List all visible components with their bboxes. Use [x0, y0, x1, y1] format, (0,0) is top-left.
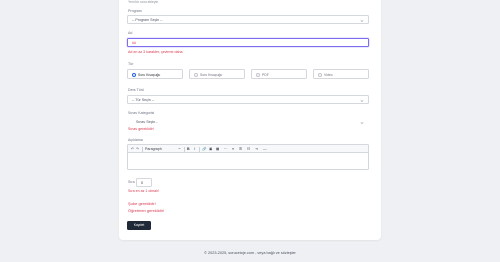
- indent-icon[interactable]: ⇥: [255, 147, 258, 152]
- ders-turu-value: -- Tür Seçin --: [132, 98, 155, 103]
- radio-icon: [132, 73, 136, 77]
- tur-label: Tür: [128, 62, 134, 66]
- align-icon[interactable]: ≡: [232, 147, 234, 152]
- ad-label: Ad: [128, 31, 133, 35]
- radio-icon: [318, 73, 322, 77]
- tur-option-2[interactable]: Soru Kısaçuğu: [189, 69, 245, 79]
- radio-icon: [194, 73, 198, 77]
- sira-stepper[interactable]: 0: [136, 178, 152, 187]
- more-icon[interactable]: ⋯: [224, 147, 228, 152]
- sinav-kategorisi-label: Sınav Kategorisi: [128, 111, 155, 115]
- tur-option-label: Soru Kısaçuğu: [138, 72, 161, 77]
- sira-label: Sıra: [128, 180, 135, 184]
- toolbar-divider: [199, 146, 200, 152]
- sira-value: 0: [141, 181, 143, 186]
- bold-button[interactable]: B: [187, 147, 190, 152]
- ad-error: Ad en az 3 karakter, çevirme daha: [128, 50, 183, 54]
- tur-option-1[interactable]: Soru Kısaçuğu: [127, 69, 183, 79]
- aciklama-editor[interactable]: ↶ ↷ Paragraph B I 🔗 ▣ ▦ ⋯ ≡ ☰ ☷ ⇥ —: [127, 144, 369, 170]
- chevron-down-icon: [360, 121, 364, 124]
- footer-text: © 2023-2025, sorucetoje.com - veya bağlı…: [204, 251, 296, 255]
- italic-button[interactable]: I: [194, 147, 195, 152]
- table-icon[interactable]: ▦: [216, 147, 219, 152]
- undo-icon[interactable]: ↶: [131, 147, 134, 152]
- save-button[interactable]: Kaydet: [127, 221, 151, 230]
- aciklama-label: Açıklama: [128, 138, 143, 142]
- toolbar-divider: [184, 146, 185, 152]
- image-icon[interactable]: ▣: [209, 147, 212, 152]
- tur-option-3[interactable]: PDF: [251, 69, 307, 79]
- link-icon[interactable]: 🔗: [202, 147, 206, 152]
- program-select[interactable]: -- Program Seçin --: [127, 15, 369, 24]
- radio-icon: [256, 73, 260, 77]
- redo-icon[interactable]: ↷: [136, 147, 139, 152]
- chevron-down-icon: [360, 19, 364, 22]
- ders-turu-select[interactable]: -- Tür Seçin --: [127, 95, 369, 104]
- tur-option-label: Soru Kısaçuğu: [200, 72, 223, 77]
- toolbar-divider: [142, 146, 143, 152]
- ogretmen-error: Öğretmen gereklidir!: [128, 208, 165, 213]
- sinav-kategorisi-error: Sınav gereklidir!: [128, 127, 154, 131]
- tur-option-label: Video: [324, 72, 333, 77]
- sira-error: Sıra en az 1 olmalı!: [128, 189, 159, 193]
- ad-value: üü: [132, 41, 136, 46]
- tur-option-4[interactable]: Video: [313, 69, 369, 79]
- tur-option-label: PDF: [262, 72, 269, 77]
- font-style-select[interactable]: Paragraph: [145, 147, 162, 152]
- hr-icon[interactable]: —: [263, 147, 267, 152]
- sinav-kategorisi-select[interactable]: Sınav Seçin...: [127, 117, 369, 126]
- bullet-list-icon[interactable]: ☰: [239, 147, 242, 152]
- program-label: Program: [128, 9, 142, 13]
- sinav-kategorisi-value: Sınav Seçin...: [136, 120, 159, 125]
- ders-turu-label: Ders Türü: [128, 88, 144, 92]
- chevron-down-icon: [360, 99, 364, 102]
- program-value: -- Program Seçin --: [132, 18, 163, 23]
- top-note: Yeni bir soru ekleyin: [128, 0, 159, 4]
- chevron-down-icon: [178, 147, 181, 150]
- sube-error: Şube gereklidir!: [128, 201, 156, 206]
- ad-input[interactable]: üü: [127, 38, 369, 47]
- editor-toolbar: ↶ ↷ Paragraph B I 🔗 ▣ ▦ ⋯ ≡ ☰ ☷ ⇥ —: [128, 145, 368, 153]
- numbered-list-icon[interactable]: ☷: [247, 147, 250, 152]
